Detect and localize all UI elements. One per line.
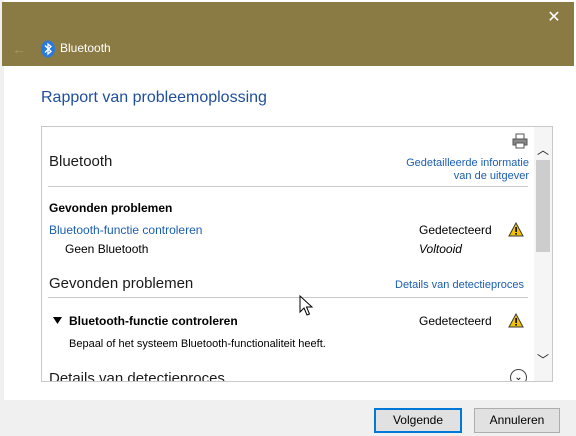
chevron-down-icon[interactable]: ﹀ xyxy=(534,351,552,367)
next-button[interactable]: Volgende xyxy=(374,408,462,433)
bluetooth-icon xyxy=(41,40,55,58)
expand-circle-icon[interactable]: ⌄ xyxy=(510,369,527,381)
found-problems-label: Gevonden problemen xyxy=(49,201,173,215)
divider xyxy=(48,186,528,187)
chevron-up-icon[interactable]: ︿ xyxy=(534,141,552,157)
detection-details-link[interactable]: Details van detectieproces xyxy=(395,279,524,291)
problem-sub-label: Geen Bluetooth xyxy=(65,242,149,256)
expanded-problem-label[interactable]: Bluetooth-functie controleren xyxy=(69,314,238,328)
section-title-detection-details: Details van detectieproces xyxy=(49,370,225,382)
section-title-bluetooth: Bluetooth xyxy=(49,153,113,170)
section-title-found-problems: Gevonden problemen xyxy=(49,275,194,292)
divider xyxy=(48,297,528,298)
mouse-cursor-icon xyxy=(299,295,313,316)
publisher-info-link[interactable]: Gedetailleerde informatie van de uitgeve… xyxy=(398,157,529,182)
warning-icon xyxy=(508,222,524,237)
printer-icon[interactable] xyxy=(512,133,528,149)
expanded-problem-status: Gedetecteerd xyxy=(419,314,492,328)
publisher-link-line1: Gedetailleerde informatie xyxy=(406,157,529,169)
triangle-down-icon[interactable] xyxy=(53,317,62,325)
scrollbar[interactable]: ︿ ﹀ xyxy=(534,127,552,381)
back-arrow-icon[interactable]: ← xyxy=(12,40,30,58)
report-panel: Bluetooth Gedetailleerde informatie van … xyxy=(41,126,553,382)
problem-link[interactable]: Bluetooth-functie controleren xyxy=(49,223,202,237)
warning-icon xyxy=(508,313,524,328)
expanded-problem-description: Bepaal of het systeem Bluetooth-function… xyxy=(69,338,326,350)
problem-sub-status: Voltooid xyxy=(419,242,462,256)
problem-status: Gedetecteerd xyxy=(419,223,492,237)
page-title: Rapport van probleemoplossing xyxy=(41,89,267,106)
cancel-button[interactable]: Annuleren xyxy=(474,408,560,433)
publisher-link-line2: van de uitgever xyxy=(453,170,529,182)
window-title: Bluetooth xyxy=(60,41,111,55)
title-bar: ← Bluetooth ✕ xyxy=(2,2,574,66)
scrollbar-thumb[interactable] xyxy=(536,160,550,252)
close-icon[interactable]: ✕ xyxy=(544,8,564,28)
